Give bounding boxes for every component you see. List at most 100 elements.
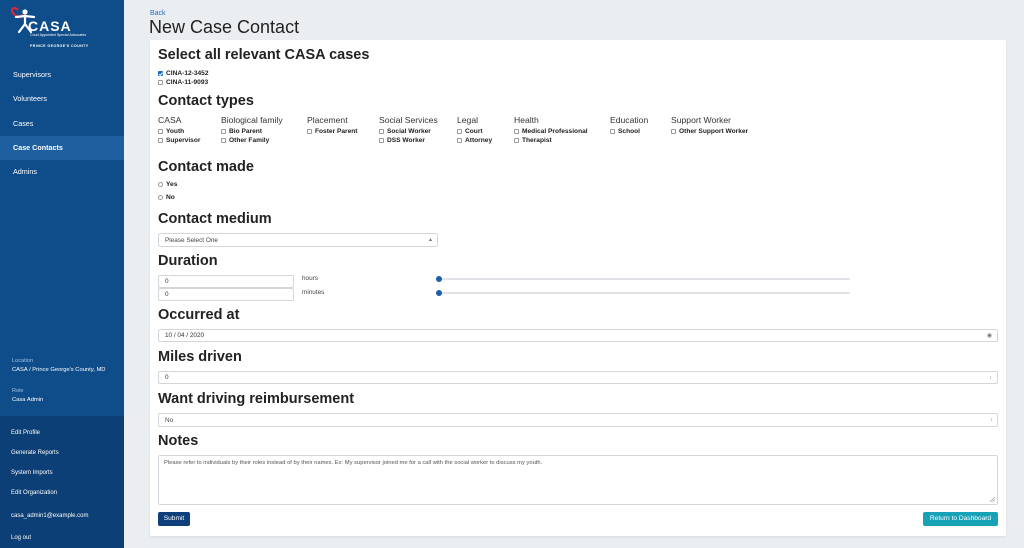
reimbursement-select[interactable]: No ↕ (158, 413, 998, 427)
contact-type-dss-worker[interactable]: DSS Worker (379, 137, 425, 144)
contact-types-heading: Contact types (158, 93, 254, 109)
notes-placeholder: Please refer to individuals by their rol… (164, 460, 543, 466)
return-to-dashboard-button[interactable]: Return to Dashboard (923, 512, 998, 526)
minutes-slider-thumb[interactable] (436, 290, 442, 296)
notes-heading: Notes (158, 433, 199, 449)
contact-type-label: Other Support Worker (679, 128, 749, 135)
select-caret-icon: ↕ (990, 417, 994, 423)
nav-cases[interactable]: Cases (0, 112, 124, 136)
contact-type-attorney[interactable]: Attorney (457, 137, 492, 144)
reimbursement-selected: No (165, 417, 174, 424)
miles-driven-heading: Miles driven (158, 349, 242, 365)
system-imports-link[interactable]: System Imports (11, 470, 53, 476)
edit-organization-link[interactable]: Edit Organization (11, 490, 57, 496)
role-label: Role (12, 388, 24, 394)
nav-admins[interactable]: Admins (0, 160, 124, 184)
contact-type-other-support-worker[interactable]: Other Support Worker (671, 128, 748, 135)
contact-type-medical-professional[interactable]: Medical Professional (514, 128, 588, 135)
generate-reports-link[interactable]: Generate Reports (11, 450, 59, 456)
contact-type-school[interactable]: School (610, 128, 640, 135)
contact-type-therapist[interactable]: Therapist (514, 137, 552, 144)
minutes-unit-label: minutes (302, 289, 325, 296)
submit-button[interactable]: Submit (158, 512, 190, 526)
contact-type-label: Foster Parent (315, 128, 358, 135)
contact-type-label: Attorney (465, 137, 493, 144)
hours-slider-thumb[interactable] (436, 276, 442, 282)
occurred-at-date-input[interactable]: 10 / 04 / 2020 ◉ (158, 329, 998, 342)
checkbox-icon[interactable] (671, 129, 676, 134)
checkbox-icon[interactable] (379, 138, 384, 143)
contact-type-label: School (618, 128, 640, 135)
notes-textarea[interactable]: Please refer to individuals by their rol… (158, 455, 998, 505)
checkbox-icon[interactable] (457, 138, 462, 143)
minutes-slider[interactable] (438, 291, 850, 294)
checkbox-icon[interactable] (457, 129, 462, 134)
checkbox-icon[interactable] (514, 129, 519, 134)
calendar-icon[interactable]: ◉ (987, 330, 992, 342)
duration-heading: Duration (158, 253, 218, 269)
logo-brand: CASA (28, 18, 72, 34)
checkbox-icon[interactable] (307, 129, 312, 134)
logo-county: PRINCE GEORGE'S COUNTY (30, 44, 89, 48)
checkbox-icon[interactable] (158, 80, 163, 85)
contact-made-heading: Contact made (158, 159, 254, 175)
location-value: CASA / Prince George's County, MD (12, 367, 106, 373)
case-checkbox-cina-12-3452[interactable]: CINA-12-3452 (158, 70, 209, 77)
role-value: Casa Admin (12, 397, 44, 403)
contact-type-label: Therapist (522, 137, 552, 144)
radio-label: No (166, 194, 175, 201)
resize-handle-icon[interactable] (989, 496, 995, 502)
contact-type-label: Social Worker (387, 128, 431, 135)
duration-minutes-input[interactable]: 0 (158, 288, 294, 301)
group-title-health: Health (514, 115, 539, 125)
page-title: New Case Contact (149, 17, 300, 37)
checkbox-icon[interactable] (379, 129, 384, 134)
checkbox-icon[interactable] (158, 138, 163, 143)
miles-driven-value: 0 (165, 374, 169, 381)
contact-type-bio-parent[interactable]: Bio Parent (221, 128, 262, 135)
case-checkbox-cina-11-9093[interactable]: CINA-11-9093 (158, 79, 208, 86)
logo-tagline: Court Appointed Special Advocates (30, 33, 87, 37)
group-title-biological-family: Biological family (221, 115, 283, 125)
contact-type-other-family[interactable]: Other Family (221, 137, 269, 144)
number-spinner-icon[interactable]: ↕ (990, 372, 993, 384)
contact-type-label: Youth (166, 128, 185, 135)
checkbox-icon[interactable] (514, 138, 519, 143)
group-title-education: Education (610, 115, 649, 125)
checkbox-icon[interactable] (158, 129, 163, 134)
log-out-link[interactable]: Log out (11, 535, 31, 541)
contact-type-youth[interactable]: Youth (158, 128, 184, 135)
contact-made-no[interactable]: No (158, 194, 175, 201)
sidebar: CASA Court Appointed Special Advocates P… (0, 0, 124, 548)
user-email-link[interactable]: casa_admin1@example.com (11, 513, 88, 519)
radio-icon[interactable] (158, 182, 163, 187)
contact-type-foster-parent[interactable]: Foster Parent (307, 128, 358, 135)
occurred-at-value: 10 / 04 / 2020 (165, 332, 205, 339)
checkbox-icon[interactable] (221, 129, 226, 134)
checkbox-icon[interactable] (610, 129, 615, 134)
casa-logo[interactable]: CASA Court Appointed Special Advocates P… (10, 6, 110, 48)
miles-driven-input[interactable]: 0 ↕ (158, 371, 998, 384)
contact-type-court[interactable]: Court (457, 128, 483, 135)
radio-icon[interactable] (158, 195, 163, 200)
nav-supervisors[interactable]: Supervisors (0, 63, 124, 87)
hours-slider[interactable] (438, 277, 850, 280)
contact-made-yes[interactable]: Yes (158, 181, 177, 188)
edit-profile-link[interactable]: Edit Profile (11, 430, 40, 436)
contact-type-label: Court (465, 128, 483, 135)
nav-volunteers[interactable]: Volunteers (0, 87, 124, 111)
nav-case-contacts[interactable]: Case Contacts (0, 136, 124, 160)
contact-type-social-worker[interactable]: Social Worker (379, 128, 431, 135)
group-title-casa: CASA (158, 115, 182, 125)
case-label: CINA-12-3452 (166, 70, 209, 77)
group-title-social-services: Social Services (379, 115, 438, 125)
checkbox-checked-icon[interactable] (158, 71, 163, 76)
contact-type-label: Supervisor (166, 137, 201, 144)
contact-medium-select[interactable]: Please Select One ▲ (158, 233, 438, 247)
contact-type-supervisor[interactable]: Supervisor (158, 137, 200, 144)
duration-hours-input[interactable]: 0 (158, 275, 294, 288)
contact-medium-selected: Please Select One (165, 237, 218, 244)
back-link[interactable]: Back (150, 10, 166, 17)
contact-medium-heading: Contact medium (158, 211, 272, 227)
checkbox-icon[interactable] (221, 138, 226, 143)
